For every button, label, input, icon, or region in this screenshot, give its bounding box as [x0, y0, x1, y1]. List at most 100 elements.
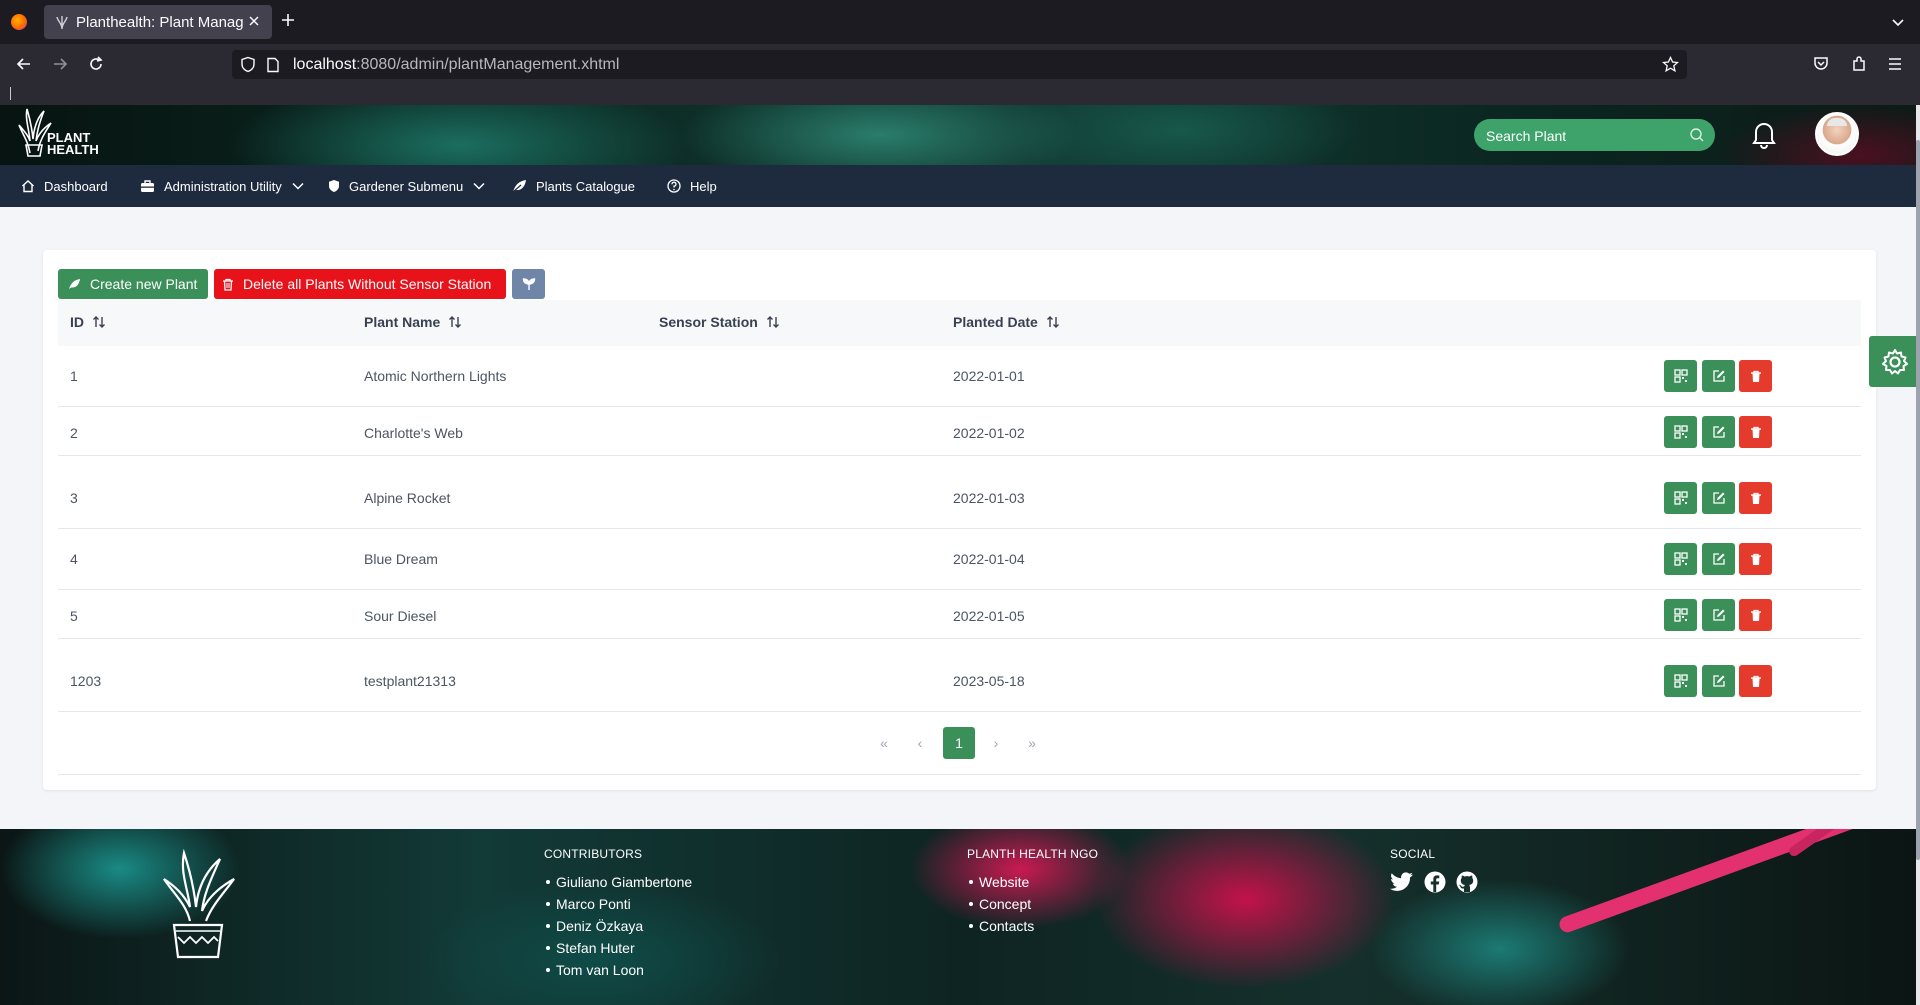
plant-action-button[interactable]	[512, 269, 545, 299]
pocket-icon[interactable]	[1812, 55, 1830, 73]
new-tab-icon[interactable]	[280, 12, 296, 28]
delete-button-label: Delete all Plants Without Sensor Station	[243, 276, 492, 292]
qr-code-button[interactable]	[1664, 543, 1697, 575]
contributor-item: Stefan Huter	[544, 937, 692, 959]
sort-icon[interactable]	[1046, 315, 1060, 329]
page-info-icon[interactable]	[266, 57, 280, 73]
delete-button[interactable]	[1739, 360, 1772, 392]
concept-link[interactable]: Concept	[979, 893, 1031, 915]
cell-planted-date: 2022-01-05	[953, 608, 1025, 624]
close-tab-icon[interactable]	[246, 13, 262, 29]
facebook-icon[interactable]	[1424, 871, 1446, 893]
cell-plant-name: Alpine Rocket	[364, 490, 451, 506]
bookmark-star-icon[interactable]	[1662, 56, 1679, 73]
user-avatar[interactable]	[1815, 112, 1859, 156]
website-link[interactable]: Website	[979, 871, 1029, 893]
url-text[interactable]: localhost:8080/admin/plantManagement.xht…	[293, 56, 619, 74]
menu-item-label: Administration Utility	[164, 178, 282, 194]
last-page-button[interactable]: »	[1016, 727, 1048, 759]
tracking-shield-icon[interactable]	[240, 56, 256, 73]
edit-button[interactable]	[1702, 599, 1735, 631]
settings-toggle-button[interactable]	[1869, 336, 1920, 387]
table-header: ID Plant Name Sensor Station Planted Dat…	[58, 300, 1861, 346]
column-header-plant-name[interactable]: Plant Name	[364, 314, 462, 330]
browser-tab[interactable]: Planthealth: Plant Management	[44, 5, 272, 39]
contributor-item: Deniz Özkaya	[544, 915, 692, 937]
logo-text: PLANT HEALTH	[47, 131, 99, 157]
cell-plant-name: Sour Diesel	[364, 608, 437, 624]
extensions-icon[interactable]	[1850, 55, 1868, 73]
cell-id: 4	[70, 551, 78, 567]
search-plant-input[interactable]: Search Plant	[1474, 119, 1715, 151]
qr-code-button[interactable]	[1664, 482, 1697, 514]
delete-button[interactable]	[1739, 416, 1772, 448]
table-row: 4 Blue Dream 2022-01-04	[58, 529, 1861, 590]
contributor-item: Tom van Loon	[544, 959, 692, 981]
forward-icon[interactable]	[51, 55, 69, 73]
edit-button[interactable]	[1702, 360, 1735, 392]
reload-icon[interactable]	[87, 55, 105, 73]
plant-health-footer-logo-icon	[160, 849, 236, 961]
edit-button[interactable]	[1702, 543, 1735, 575]
chevron-down-icon	[472, 179, 486, 193]
ngo-link-item[interactable]: Contacts	[967, 915, 1098, 937]
delete-button[interactable]	[1739, 599, 1772, 631]
column-header-planted-date[interactable]: Planted Date	[953, 314, 1060, 330]
shield-icon	[328, 179, 340, 193]
delete-button[interactable]	[1739, 665, 1772, 697]
menu-item-administration-utility[interactable]: Administration Utility	[140, 165, 305, 207]
create-new-plant-button[interactable]: Create new Plant	[58, 269, 208, 299]
menu-item-dashboard[interactable]: Dashboard	[21, 165, 108, 207]
qr-code-button[interactable]	[1664, 360, 1697, 392]
logo-line-2: HEALTH	[47, 142, 99, 157]
edit-button[interactable]	[1702, 482, 1735, 514]
app-menu-icon[interactable]	[1886, 55, 1904, 73]
next-page-button[interactable]: ›	[980, 727, 1012, 759]
edit-icon	[1712, 674, 1726, 688]
qr-code-button[interactable]	[1664, 599, 1697, 631]
footer-ngo: PLANTH HEALTH NGO Website Concept Contac…	[967, 847, 1098, 937]
sort-icon[interactable]	[766, 315, 780, 329]
menu-item-plants-catalogue[interactable]: Plants Catalogue	[512, 165, 635, 207]
edit-button[interactable]	[1702, 665, 1735, 697]
notification-bell-icon[interactable]	[1751, 119, 1777, 149]
menu-item-help[interactable]: Help	[667, 165, 717, 207]
sort-icon[interactable]	[92, 315, 106, 329]
contributor-name: Stefan Huter	[556, 940, 635, 956]
text-caret	[10, 87, 11, 100]
delete-button[interactable]	[1739, 543, 1772, 575]
menu-item-label: Plants Catalogue	[536, 178, 636, 194]
github-icon[interactable]	[1456, 871, 1478, 893]
cell-plant-name: Atomic Northern Lights	[364, 368, 507, 384]
trash-icon	[1750, 553, 1762, 566]
firefox-icon	[11, 14, 27, 30]
page-1-button[interactable]: 1	[943, 727, 975, 759]
chevron-down-icon	[291, 179, 305, 193]
sort-icon[interactable]	[448, 315, 462, 329]
delete-button[interactable]	[1739, 482, 1772, 514]
column-header-id[interactable]: ID	[70, 314, 106, 330]
qr-code-button[interactable]	[1664, 665, 1697, 697]
cell-id: 3	[70, 490, 78, 506]
column-header-sensor-station[interactable]: Sensor Station	[659, 314, 780, 330]
url-bar[interactable]: localhost:8080/admin/plantManagement.xht…	[232, 50, 1687, 79]
edit-button[interactable]	[1702, 416, 1735, 448]
contacts-link[interactable]: Contacts	[979, 915, 1034, 937]
first-page-button[interactable]: «	[868, 727, 900, 759]
table-row: 1 Atomic Northern Lights 2022-01-01	[58, 346, 1861, 407]
ngo-link-item[interactable]: Concept	[967, 893, 1098, 915]
search-icon[interactable]	[1689, 127, 1705, 143]
edit-icon	[1712, 608, 1726, 622]
delete-plants-without-sensor-button[interactable]: Delete all Plants Without Sensor Station	[214, 269, 506, 299]
twitter-icon[interactable]	[1390, 871, 1414, 893]
back-icon[interactable]	[15, 55, 33, 73]
page-scrollbar-thumb[interactable]	[1916, 140, 1920, 860]
list-tabs-icon[interactable]	[1890, 14, 1906, 30]
edit-icon	[1712, 369, 1726, 383]
qr-code-button[interactable]	[1664, 416, 1697, 448]
tab-favicon-icon	[56, 14, 68, 30]
menu-item-gardener-submenu[interactable]: Gardener Submenu	[328, 165, 486, 207]
site-footer: CONTRIBUTORS Giuliano Giambertone Marco …	[0, 829, 1920, 1005]
prev-page-button[interactable]: ‹	[904, 727, 936, 759]
ngo-link-item[interactable]: Website	[967, 871, 1098, 893]
